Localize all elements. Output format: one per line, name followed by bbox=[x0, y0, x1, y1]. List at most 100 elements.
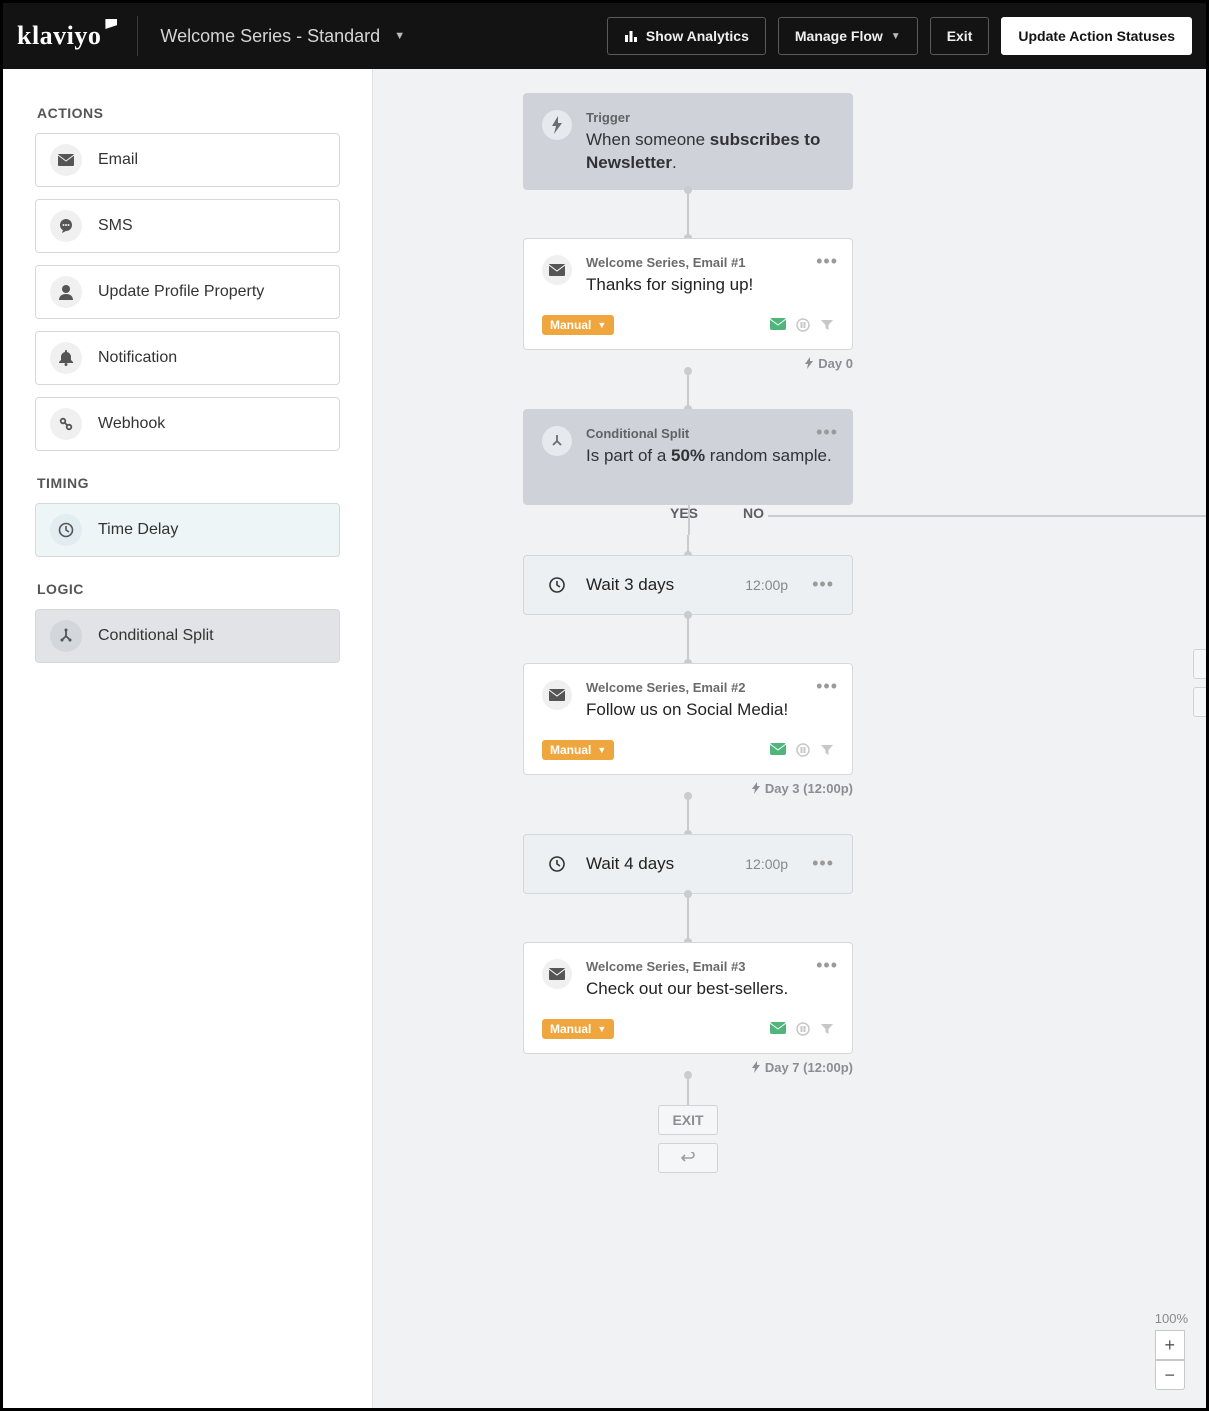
zoom-out-button[interactable]: − bbox=[1155, 1360, 1185, 1390]
caret-down-icon: ▼ bbox=[597, 1024, 606, 1034]
branch-no-label: NO bbox=[743, 505, 764, 521]
zoom-in-button[interactable]: + bbox=[1155, 1330, 1185, 1360]
brand-logo: klaviyo bbox=[17, 21, 115, 51]
card-menu-button[interactable]: ••• bbox=[812, 574, 834, 595]
caret-down-icon: ▼ bbox=[394, 30, 405, 42]
palette-item-label: Notification bbox=[98, 349, 177, 367]
zoom-control: 100% + − bbox=[1155, 1311, 1188, 1390]
card-label: Welcome Series, Email #1 bbox=[586, 255, 753, 270]
webhook-icon bbox=[50, 408, 82, 440]
card-text: When someone subscribes to Newsletter. bbox=[586, 129, 834, 175]
exit-return-icon[interactable] bbox=[658, 1143, 718, 1173]
palette-conditional-split[interactable]: Conditional Split bbox=[35, 609, 340, 663]
palette-webhook[interactable]: Webhook bbox=[35, 397, 340, 451]
header-divider bbox=[137, 16, 138, 56]
status-badge-dropdown[interactable]: Manual▼ bbox=[542, 740, 614, 760]
manage-flow-button[interactable]: Manage Flow ▼ bbox=[778, 17, 918, 55]
card-label: Conditional Split bbox=[586, 426, 832, 441]
palette-time-delay[interactable]: Time Delay bbox=[35, 503, 340, 557]
flow-email-2-card[interactable]: ••• Welcome Series, Email #2 Follow us o… bbox=[523, 663, 853, 775]
actions-sidebar: ACTIONS Email SMS Update Profile Propert… bbox=[3, 69, 373, 1408]
split-icon bbox=[50, 620, 82, 652]
card-label: Trigger bbox=[586, 110, 834, 125]
flow-trigger-card[interactable]: Trigger When someone subscribes to Newsl… bbox=[523, 93, 853, 190]
card-menu-button[interactable]: ••• bbox=[812, 853, 834, 874]
card-menu-button[interactable]: ••• bbox=[816, 422, 838, 443]
email-icon bbox=[542, 255, 572, 285]
card-menu-button[interactable]: ••• bbox=[816, 251, 838, 272]
card-text: Follow us on Social Media! bbox=[586, 699, 788, 722]
branch-yes-label: YES bbox=[670, 505, 698, 521]
palette-item-label: Time Delay bbox=[98, 521, 178, 539]
ab-test-icon bbox=[796, 1022, 810, 1036]
palette-item-label: SMS bbox=[98, 217, 133, 235]
smart-send-icon bbox=[770, 1022, 786, 1036]
delay-time: 12:00p bbox=[745, 856, 788, 872]
person-icon bbox=[50, 276, 82, 308]
card-footer-icons bbox=[770, 318, 834, 332]
show-analytics-button[interactable]: Show Analytics bbox=[607, 17, 766, 55]
palette-item-label: Email bbox=[98, 151, 138, 169]
flow-exit-no: EXIT bbox=[1183, 649, 1206, 717]
flow-title-text: Welcome Series - Standard bbox=[160, 26, 380, 47]
bell-icon bbox=[50, 342, 82, 374]
filter-icon bbox=[820, 318, 834, 332]
zoom-level-label: 100% bbox=[1155, 1311, 1188, 1326]
palette-sms[interactable]: SMS bbox=[35, 199, 340, 253]
smart-send-icon bbox=[770, 743, 786, 757]
lightning-icon bbox=[542, 110, 572, 140]
card-label: Welcome Series, Email #3 bbox=[586, 959, 788, 974]
palette-item-label: Update Profile Property bbox=[98, 283, 264, 301]
flow-conditional-split-card[interactable]: ••• Conditional Split Is part of a 50% r… bbox=[523, 409, 853, 505]
exit-badge[interactable]: EXIT bbox=[658, 1105, 718, 1135]
delay-text: Wait 4 days bbox=[586, 854, 731, 874]
card-menu-button[interactable]: ••• bbox=[816, 955, 838, 976]
flow-exit-yes: EXIT bbox=[658, 1105, 718, 1173]
palette-notification[interactable]: Notification bbox=[35, 331, 340, 385]
card-text: Thanks for signing up! bbox=[586, 274, 753, 297]
section-label-logic: LOGIC bbox=[37, 581, 340, 597]
flow-delay-2-card[interactable]: Wait 4 days 12:00p ••• bbox=[523, 834, 853, 894]
app-header: klaviyo Welcome Series - Standard ▼ Show… bbox=[3, 3, 1206, 69]
card-footer-icons bbox=[770, 743, 834, 757]
section-label-timing: TIMING bbox=[37, 475, 340, 491]
card-text: Check out our best-sellers. bbox=[586, 978, 788, 1001]
card-menu-button[interactable]: ••• bbox=[816, 676, 838, 697]
ab-test-icon bbox=[796, 318, 810, 332]
ab-test-icon bbox=[796, 743, 810, 757]
caret-down-icon: ▼ bbox=[891, 31, 901, 42]
palette-update-profile[interactable]: Update Profile Property bbox=[35, 265, 340, 319]
clock-icon bbox=[542, 570, 572, 600]
exit-badge[interactable]: EXIT bbox=[1193, 649, 1206, 679]
flow-delay-1-card[interactable]: Wait 3 days 12:00p ••• bbox=[523, 555, 853, 615]
flow-email-1-card[interactable]: ••• Welcome Series, Email #1 Thanks for … bbox=[523, 238, 853, 350]
email-icon bbox=[50, 144, 82, 176]
filter-icon bbox=[820, 743, 834, 757]
palette-item-label: Webhook bbox=[98, 415, 165, 433]
exit-button[interactable]: Exit bbox=[930, 17, 990, 55]
status-badge-dropdown[interactable]: Manual▼ bbox=[542, 315, 614, 335]
flow-title-dropdown[interactable]: Welcome Series - Standard ▼ bbox=[160, 26, 405, 47]
flow-email-3-card[interactable]: ••• Welcome Series, Email #3 Check out o… bbox=[523, 942, 853, 1054]
logo-flag-icon bbox=[105, 19, 117, 29]
palette-email[interactable]: Email bbox=[35, 133, 340, 187]
delay-time: 12:00p bbox=[745, 577, 788, 593]
smart-send-icon bbox=[770, 318, 786, 332]
card-label: Welcome Series, Email #2 bbox=[586, 680, 788, 695]
caret-down-icon: ▼ bbox=[597, 745, 606, 755]
clock-icon bbox=[50, 514, 82, 546]
status-badge-dropdown[interactable]: Manual▼ bbox=[542, 1019, 614, 1039]
delay-text: Wait 3 days bbox=[586, 575, 731, 595]
flow-canvas[interactable]: Trigger When someone subscribes to Newsl… bbox=[373, 69, 1206, 1408]
section-label-actions: ACTIONS bbox=[37, 105, 340, 121]
clock-icon bbox=[542, 849, 572, 879]
split-icon bbox=[542, 426, 572, 456]
card-footer-icons bbox=[770, 1022, 834, 1036]
card-text: Is part of a 50% random sample. bbox=[586, 445, 832, 468]
bar-chart-icon bbox=[624, 29, 638, 43]
update-action-statuses-button[interactable]: Update Action Statuses bbox=[1001, 17, 1192, 55]
sms-icon bbox=[50, 210, 82, 242]
exit-return-icon[interactable] bbox=[1193, 687, 1206, 717]
filter-icon bbox=[820, 1022, 834, 1036]
branch-labels: YES NO bbox=[523, 505, 853, 535]
